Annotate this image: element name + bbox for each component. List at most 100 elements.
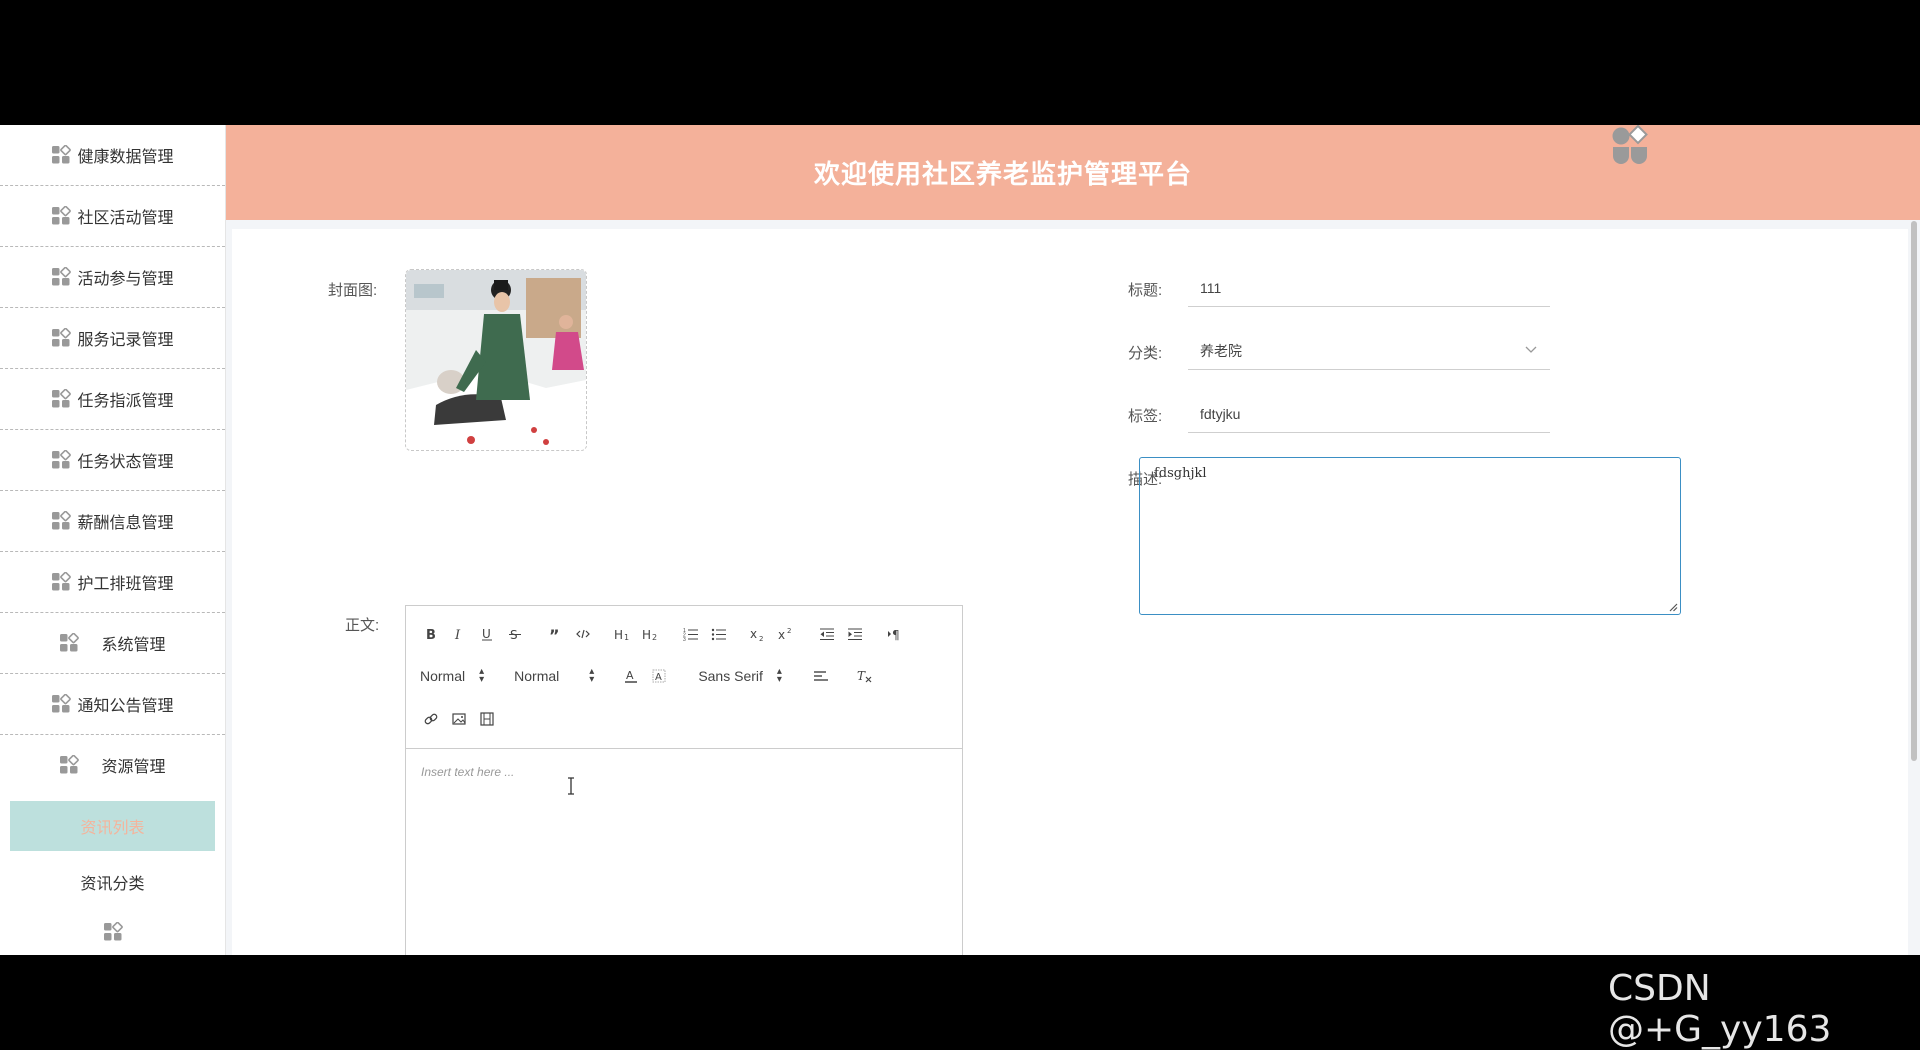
chevron-down-icon [1525, 346, 1537, 353]
underline-button[interactable]: U [476, 622, 498, 646]
sidebar-subitem-news-list[interactable]: 资讯列表 [10, 801, 215, 851]
select-arrows-icon: ▴ ▾ [589, 666, 595, 685]
cover-image-upload[interactable] [405, 269, 587, 451]
resize-grip-icon[interactable] [1668, 602, 1678, 612]
indent-icon [848, 628, 862, 640]
svg-text:2: 2 [787, 627, 791, 635]
align-button[interactable] [810, 664, 832, 688]
subscript-button[interactable]: x2 [748, 622, 770, 646]
header2-button[interactable]: H2 [640, 622, 662, 646]
underline-icon: U [482, 627, 492, 641]
sidebar-item-system[interactable]: 系统管理 [0, 613, 225, 674]
clear-format-button[interactable]: T [854, 664, 876, 688]
tags-input[interactable]: fdtyjku [1188, 395, 1550, 433]
svg-text:2: 2 [652, 633, 657, 641]
text-direction-button[interactable]: ¶ [884, 622, 906, 646]
svg-text:I: I [454, 628, 461, 641]
sidebar-item-label: 活动参与管理 [77, 271, 174, 288]
page-title: 欢迎使用社区养老监护管理平台 [813, 159, 1192, 189]
sidebar-item-task-status[interactable]: 任务状态管理 [0, 430, 225, 491]
sidebar-item-label: 通知公告管理 [77, 698, 174, 715]
page-scrollbar[interactable] [1911, 221, 1917, 761]
watermark: CSDN @+G_yy163 [1608, 968, 1832, 1050]
form-panel: 封面图: 标题: 111 分类: 养老院 标签: fdtyjku 描述: fds… [232, 229, 1908, 955]
strike-button[interactable]: S [504, 622, 526, 646]
rtl-direction-icon: ¶ [888, 628, 900, 641]
background-color-button[interactable]: A [648, 664, 670, 688]
header-size-select[interactable]: Normal ▴ ▾ [420, 667, 484, 685]
h2-icon: H2 [642, 628, 657, 641]
description-textarea[interactable]: fdsghjkl [1139, 457, 1681, 615]
description-value: fdsghjkl [1154, 466, 1207, 481]
outdent-button[interactable] [816, 622, 838, 646]
sidebar-item-caregiver-schedule[interactable]: 护工排班管理 [0, 552, 225, 613]
bold-icon: B [426, 628, 436, 641]
editor-placeholder: Insert text here ... [421, 765, 515, 779]
sidebar-item-label: 服务记录管理 [77, 332, 174, 349]
cover-image [406, 270, 586, 450]
sidebar-item-label: 健康数据管理 [77, 149, 174, 166]
strikethrough-icon: S [509, 628, 521, 641]
svg-text:B: B [426, 628, 436, 641]
editor-content-area[interactable]: Insert text here ... [406, 749, 962, 795]
svg-text:¶: ¶ [892, 628, 900, 641]
sidebar-item-partial[interactable] [0, 917, 225, 947]
select-arrows-icon: ▴ ▾ [776, 666, 782, 685]
link-button[interactable] [420, 707, 442, 731]
grid-menu-icon [103, 922, 123, 941]
sidebar-subitem-label: 资讯列表 [80, 820, 145, 837]
blockquote-button[interactable]: ” [544, 622, 566, 646]
title-input-value: 111 [1200, 279, 1222, 296]
sidebar-item-label: 薪酬信息管理 [77, 515, 174, 532]
grid-menu-icon [60, 633, 80, 652]
header-size-value: Normal [420, 668, 466, 684]
indent-button[interactable] [844, 622, 866, 646]
font-size-select[interactable]: Normal ▴ ▾ [514, 666, 595, 685]
app-logo-icon[interactable] [1610, 125, 1650, 165]
sidebar-item-service-record[interactable]: 服务记录管理 [0, 308, 225, 369]
sidebar-subitem-news-category[interactable]: 资讯分类 [10, 857, 215, 907]
sidebar-item-community-activity[interactable]: 社区活动管理 [0, 186, 225, 247]
svg-text:x: x [778, 628, 785, 641]
bold-button[interactable]: B [420, 622, 442, 646]
grid-menu-icon [52, 206, 72, 225]
code-block-button[interactable] [572, 622, 594, 646]
sidebar-item-task-assignment[interactable]: 任务指派管理 [0, 369, 225, 430]
sidebar-item-label: 护工排班管理 [77, 576, 174, 593]
clear-format-icon: T [857, 669, 872, 683]
grid-menu-icon [52, 694, 72, 713]
ordered-list-button[interactable]: 123 [680, 622, 702, 646]
font-size-value: Normal [514, 668, 560, 684]
sidebar-item-resource[interactable]: 资源管理 [0, 735, 225, 795]
sidebar-item-activity-participation[interactable]: 活动参与管理 [0, 247, 225, 308]
sidebar-item-health-data[interactable]: 健康数据管理 [0, 125, 225, 186]
svg-text:x: x [750, 627, 757, 641]
image-icon [452, 713, 466, 725]
align-left-icon [813, 671, 828, 681]
editor-toolbar: B I U S ” H 1 H 2 1 2 3 x 2 x 2 ¶ Normal… [406, 606, 962, 749]
superscript-button[interactable]: x2 [776, 622, 798, 646]
svg-text:T: T [857, 669, 866, 683]
italic-button[interactable]: I [448, 622, 470, 646]
title-label: 标题: [1128, 282, 1163, 299]
sidebar-item-salary-info[interactable]: 薪酬信息管理 [0, 491, 225, 552]
svg-text:A: A [655, 672, 662, 683]
title-input[interactable]: 111 [1188, 269, 1550, 307]
image-button[interactable] [448, 707, 470, 731]
grid-menu-icon [52, 267, 72, 286]
sidebar-item-label: 社区活动管理 [77, 210, 174, 227]
grid-menu-icon [52, 511, 72, 530]
sidebar-item-label: 任务指派管理 [77, 393, 174, 410]
font-family-select[interactable]: Sans Serif ▴ ▾ [698, 666, 782, 685]
cover-label: 封面图: [328, 282, 378, 299]
video-button[interactable] [476, 707, 498, 731]
text-color-button[interactable]: A [620, 664, 642, 688]
sidebar-item-notice[interactable]: 通知公告管理 [0, 674, 225, 735]
header1-button[interactable]: H1 [612, 622, 634, 646]
sidebar: 健康数据管理 社区活动管理 活动参与管理 服务记录管理 任务指派管理 任务状态管… [0, 125, 226, 955]
category-select[interactable]: 养老院 [1188, 332, 1550, 370]
category-label: 分类: [1128, 345, 1163, 362]
grid-menu-icon [52, 389, 72, 408]
bullet-list-button[interactable] [708, 622, 730, 646]
text-color-icon: A [625, 669, 638, 683]
